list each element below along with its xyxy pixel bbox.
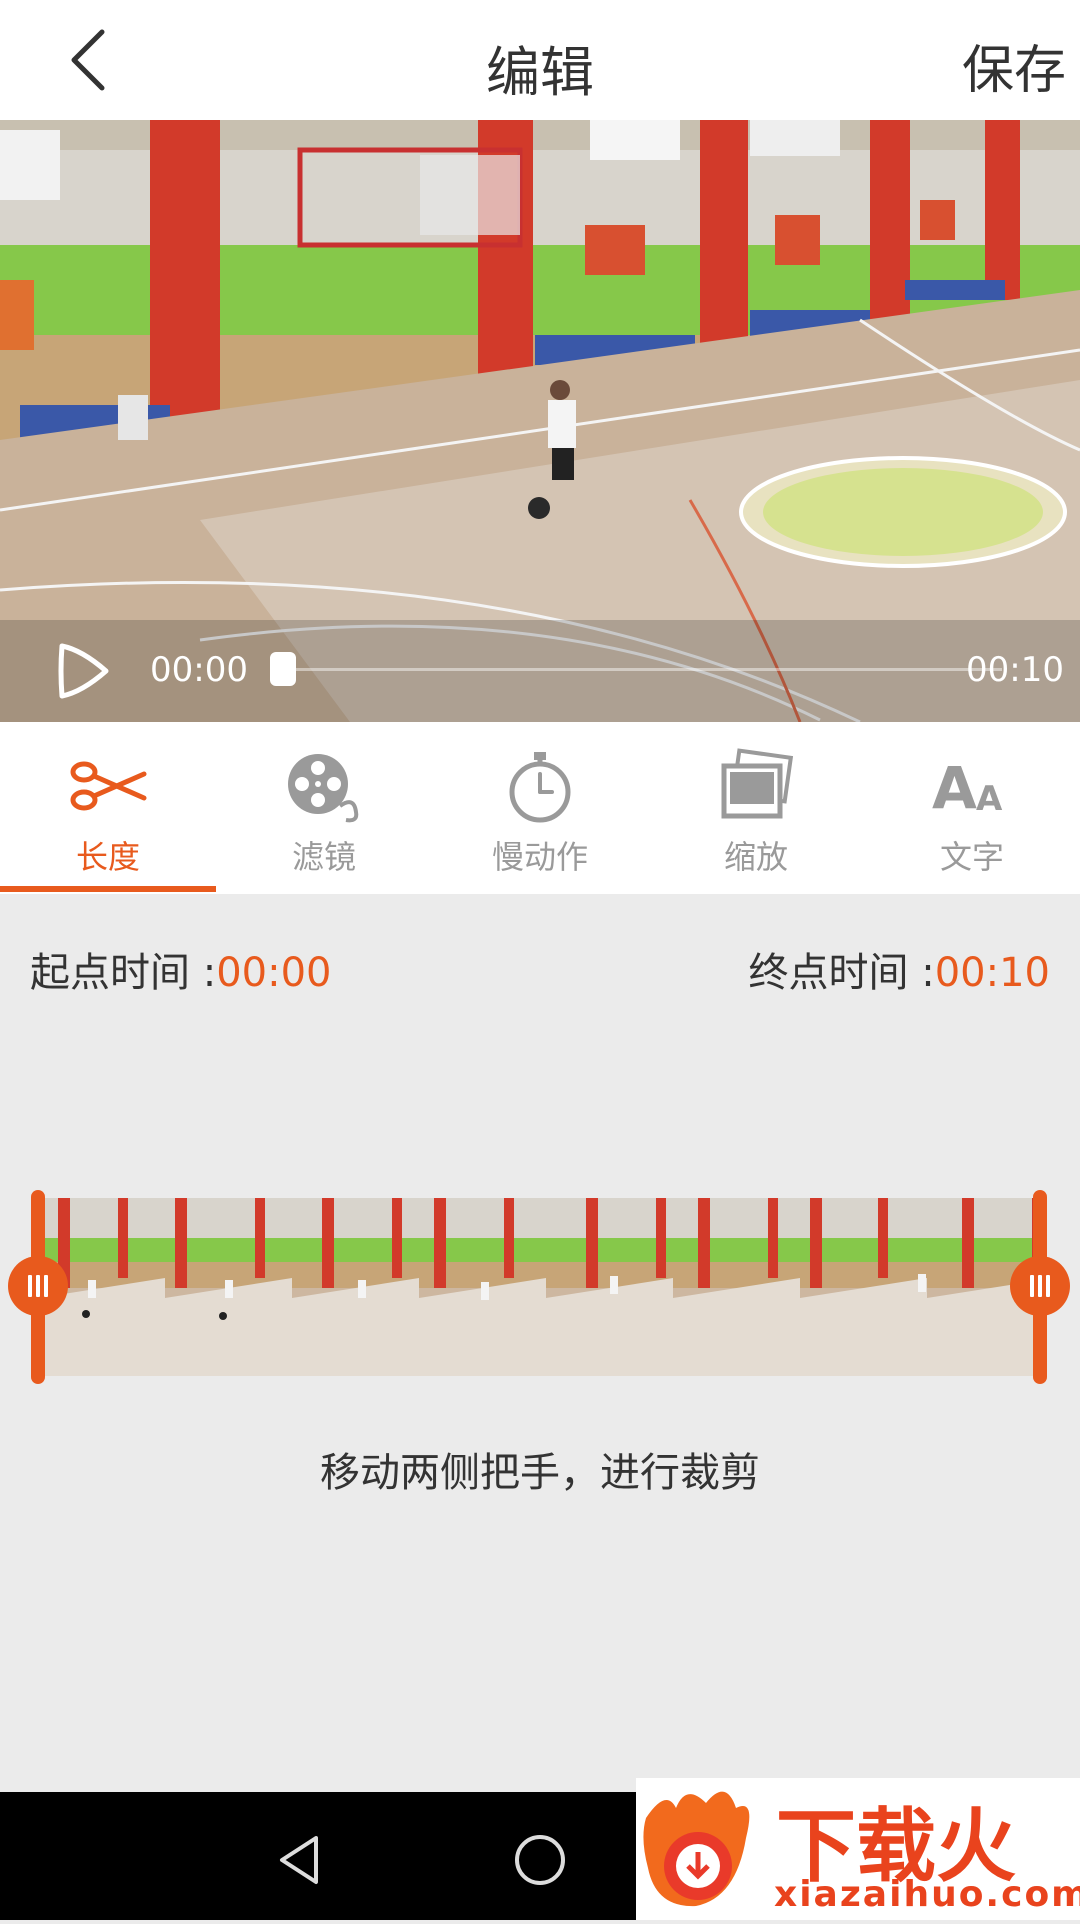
tab-label: 缩放 xyxy=(723,838,788,876)
play-icon xyxy=(58,643,109,699)
trim-hint: 移动两侧把手，进行裁剪 xyxy=(320,1450,760,1496)
thumbnail-frame xyxy=(419,1198,546,1376)
start-time-value: 00:00 xyxy=(216,950,332,996)
end-time-label: 终点时间 : xyxy=(748,950,935,996)
play-button[interactable] xyxy=(52,640,112,702)
grip-line xyxy=(1038,1275,1042,1297)
tab-slow-motion[interactable]: 慢动作 xyxy=(432,722,648,894)
tab-zoom[interactable]: 缩放 xyxy=(648,722,864,894)
video-frame-image xyxy=(0,120,1080,722)
start-time-label: 起点时间 : xyxy=(30,950,217,996)
grip-line xyxy=(28,1275,32,1297)
video-progress-thumb[interactable] xyxy=(270,652,296,686)
tab-text[interactable]: A A 文字 xyxy=(864,722,1080,894)
total-time: 00:10 xyxy=(966,650,1064,690)
page-title: 编辑 xyxy=(486,41,594,104)
thumbnail-frame xyxy=(800,1198,927,1376)
trim-right-handle[interactable] xyxy=(1010,1256,1070,1316)
trim-left-handle[interactable] xyxy=(8,1256,68,1316)
tab-label: 慢动作 xyxy=(491,838,588,876)
grip-line xyxy=(44,1275,48,1297)
svg-text:A: A xyxy=(976,779,1003,819)
start-time-row: 起点时间 :00:00 xyxy=(30,940,331,998)
tab-filter[interactable]: 滤镜 xyxy=(216,722,432,894)
active-tab-indicator xyxy=(0,886,216,892)
tab-label: 文字 xyxy=(939,838,1004,876)
chevron-left-icon xyxy=(71,29,105,91)
video-preview[interactable]: ROOT SPORTS 球記 xyxy=(0,120,1080,722)
nav-back-button[interactable] xyxy=(272,1832,328,1888)
end-time-value: 00:10 xyxy=(934,950,1050,996)
text-size-icon: A A xyxy=(932,754,1003,822)
thumbnail-frame xyxy=(165,1198,292,1376)
edit-tool-tabs: 长度 滤镜 慢动作 缩放 A A 文字 xyxy=(0,722,1080,894)
tab-label: 长度 xyxy=(75,838,140,876)
grip-line xyxy=(36,1275,40,1297)
nav-home-button[interactable] xyxy=(512,1832,568,1888)
end-time-row: 终点时间 :00:10 xyxy=(749,940,1050,998)
back-button[interactable] xyxy=(48,22,128,98)
scissors-icon xyxy=(70,761,147,811)
save-button[interactable]: 保存 xyxy=(962,28,1066,103)
grip-line xyxy=(1046,1275,1050,1297)
thumbnail-frame xyxy=(292,1198,419,1376)
tab-label: 滤镜 xyxy=(291,838,356,876)
svg-text:A: A xyxy=(932,754,977,822)
stopwatch-icon xyxy=(509,752,571,823)
badge-url: xiazaihuo.com xyxy=(774,1874,1080,1915)
video-progress-track[interactable] xyxy=(272,668,1002,671)
tab-length[interactable]: 长度 xyxy=(0,722,216,894)
thumbnail-frame xyxy=(546,1198,673,1376)
triangle-back-icon xyxy=(280,1836,318,1884)
film-reel-icon xyxy=(288,754,359,823)
resize-frame-icon xyxy=(721,748,794,819)
thumbnail-frame xyxy=(673,1198,800,1376)
grip-line xyxy=(1030,1275,1034,1297)
circle-home-icon xyxy=(515,1835,565,1885)
site-watermark-badge: 下载火 xiazaihuo.com xyxy=(636,1778,1080,1920)
video-thumbnail-strip[interactable] xyxy=(38,1198,1040,1376)
top-app-bar: 编辑 保存 xyxy=(0,0,1080,120)
current-time: 00:00 xyxy=(150,650,248,690)
